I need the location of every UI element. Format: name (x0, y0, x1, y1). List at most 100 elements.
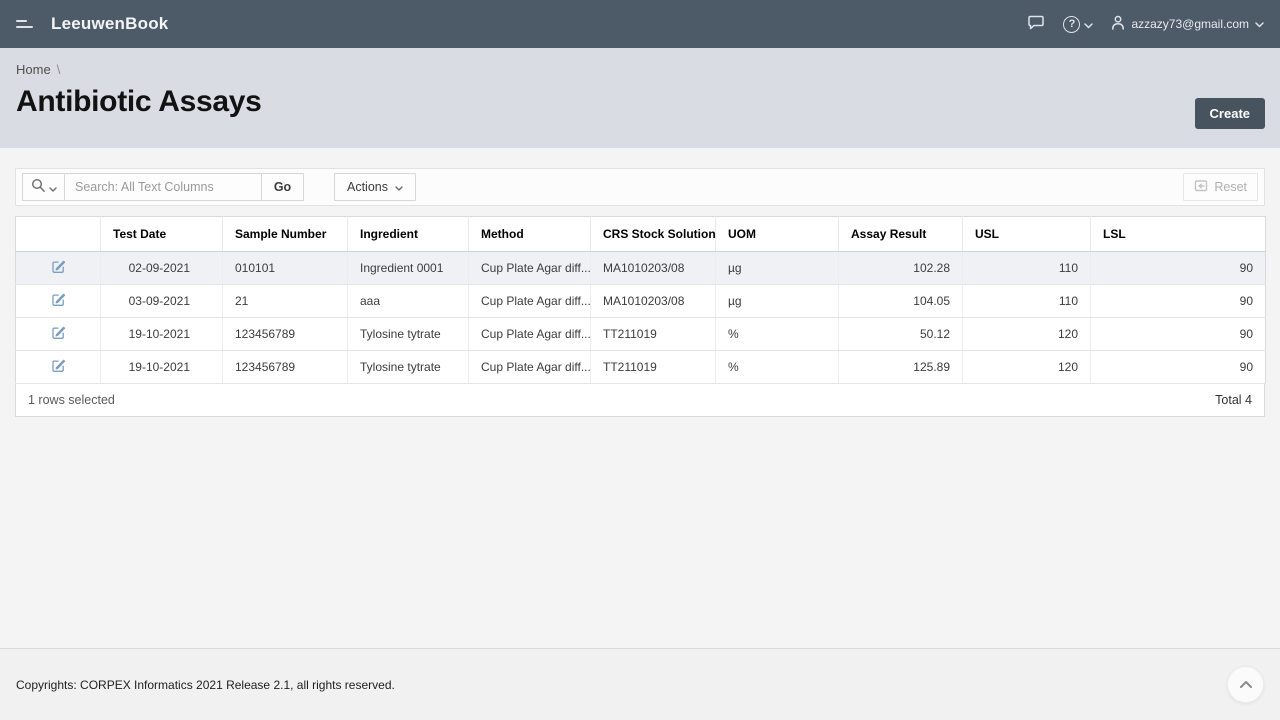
chevron-down-icon (1084, 17, 1093, 32)
feedback-button[interactable] (1027, 15, 1045, 34)
cell-ingredient: aaa (348, 285, 469, 318)
report-table: Test Date Sample Number Ingredient Metho… (15, 216, 1266, 384)
cell-sample-number: 010101 (223, 252, 348, 285)
chat-bubble-icon (1027, 15, 1045, 34)
person-icon (1111, 15, 1125, 33)
cell-edit (16, 318, 101, 351)
cell-usl: 120 (963, 318, 1091, 351)
column-header-test-date[interactable]: Test Date (101, 217, 223, 252)
cell-method: Cup Plate Agar diff... (469, 285, 591, 318)
cell-uom: µg (716, 285, 839, 318)
header-right-group: ? azzazy73@gmail.com (1027, 15, 1264, 34)
cell-assay-result: 104.05 (839, 285, 963, 318)
search-icon (31, 178, 46, 196)
go-button[interactable]: Go (262, 173, 304, 201)
edit-row-button[interactable] (47, 257, 70, 279)
report-status-bar: 1 rows selected Total 4 (15, 384, 1265, 417)
column-header-usl[interactable]: USL (963, 217, 1091, 252)
cell-assay-result: 102.28 (839, 252, 963, 285)
cell-sample-number: 123456789 (223, 318, 348, 351)
cell-uom: µg (716, 252, 839, 285)
search-group: Go (22, 173, 304, 201)
header-row: Test Date Sample Number Ingredient Metho… (16, 217, 1266, 252)
search-input[interactable] (64, 173, 262, 201)
breadcrumb-item-home[interactable]: Home (16, 62, 51, 77)
reset-button-label: Reset (1214, 180, 1247, 194)
column-header-crs-stock-solution[interactable]: CRS Stock Solution (591, 217, 716, 252)
table-row[interactable]: 03-09-2021 21 aaa Cup Plate Agar diff...… (16, 285, 1266, 318)
main-content: Go Actions Reset (0, 148, 1280, 648)
breadcrumb: Home \ (16, 62, 1264, 77)
cell-lsl: 90 (1091, 252, 1266, 285)
cell-crs-stock-solution: MA1010203/08 (591, 285, 716, 318)
report-region: Test Date Sample Number Ingredient Metho… (15, 216, 1265, 417)
help-icon: ? (1063, 16, 1080, 33)
chevron-down-icon (395, 180, 403, 194)
actions-button-label: Actions (347, 180, 388, 194)
cell-usl: 120 (963, 351, 1091, 384)
cell-sample-number: 123456789 (223, 351, 348, 384)
cell-ingredient: Tylosine tytrate (348, 351, 469, 384)
cell-lsl: 90 (1091, 318, 1266, 351)
cell-edit (16, 351, 101, 384)
page-footer: Copyrights: CORPEX Informatics 2021 Rele… (0, 648, 1280, 720)
edit-pencil-icon (51, 361, 66, 376)
actions-button[interactable]: Actions (334, 173, 416, 201)
column-header-sample-number[interactable]: Sample Number (223, 217, 348, 252)
cell-crs-stock-solution: TT211019 (591, 351, 716, 384)
chevron-down-icon (1255, 17, 1264, 31)
edit-pencil-icon (51, 295, 66, 310)
user-email: azzazy73@gmail.com (1131, 17, 1249, 31)
edit-row-button[interactable] (47, 323, 70, 345)
cell-crs-stock-solution: MA1010203/08 (591, 252, 716, 285)
app-title: LeeuwenBook (51, 14, 168, 34)
cell-ingredient: Ingredient 0001 (348, 252, 469, 285)
cell-test-date: 02-09-2021 (101, 252, 223, 285)
edit-row-button[interactable] (47, 290, 70, 312)
table-row[interactable]: 19-10-2021 123456789 Tylosine tytrate Cu… (16, 318, 1266, 351)
cell-lsl: 90 (1091, 285, 1266, 318)
cell-assay-result: 50.12 (839, 318, 963, 351)
page-title: Antibiotic Assays (16, 85, 1264, 119)
user-menu-button[interactable]: azzazy73@gmail.com (1111, 15, 1264, 33)
column-header-method[interactable]: Method (469, 217, 591, 252)
column-header-assay-result[interactable]: Assay Result (839, 217, 963, 252)
cell-edit (16, 252, 101, 285)
cell-assay-result: 125.89 (839, 351, 963, 384)
table-row[interactable]: 02-09-2021 010101 Ingredient 0001 Cup Pl… (16, 252, 1266, 285)
cell-method: Cup Plate Agar diff... (469, 351, 591, 384)
chevron-up-icon (1239, 677, 1253, 692)
app-header: LeeuwenBook ? azzazy73@gmail.com (0, 0, 1280, 48)
reset-button[interactable]: Reset (1183, 173, 1258, 201)
cell-uom: % (716, 351, 839, 384)
cell-test-date: 19-10-2021 (101, 318, 223, 351)
total-rows-count: Total 4 (1215, 393, 1252, 407)
column-header-ingredient[interactable]: Ingredient (348, 217, 469, 252)
cell-edit (16, 285, 101, 318)
edit-pencil-icon (51, 262, 66, 277)
cell-crs-stock-solution: TT211019 (591, 318, 716, 351)
cell-usl: 110 (963, 252, 1091, 285)
chevron-down-icon (49, 180, 57, 195)
edit-pencil-icon (51, 328, 66, 343)
help-menu-button[interactable]: ? (1063, 16, 1093, 33)
table-row[interactable]: 19-10-2021 123456789 Tylosine tytrate Cu… (16, 351, 1266, 384)
page-title-band: Home \ Antibiotic Assays Create (0, 48, 1280, 148)
scroll-to-top-button[interactable] (1227, 666, 1264, 703)
cell-uom: % (716, 318, 839, 351)
column-header-lsl[interactable]: LSL (1091, 217, 1266, 252)
selected-rows-count: 1 rows selected (28, 393, 115, 407)
cell-test-date: 19-10-2021 (101, 351, 223, 384)
reset-icon (1194, 179, 1208, 195)
cell-test-date: 03-09-2021 (101, 285, 223, 318)
hamburger-menu-button[interactable] (16, 14, 38, 34)
cell-method: Cup Plate Agar diff... (469, 252, 591, 285)
cell-ingredient: Tylosine tytrate (348, 318, 469, 351)
cell-method: Cup Plate Agar diff... (469, 318, 591, 351)
edit-row-button[interactable] (47, 356, 70, 378)
report-toolbar: Go Actions Reset (15, 168, 1265, 206)
breadcrumb-separator: \ (57, 62, 61, 77)
search-column-dropdown-button[interactable] (22, 173, 64, 201)
create-button[interactable]: Create (1195, 98, 1265, 129)
column-header-uom[interactable]: UOM (716, 217, 839, 252)
